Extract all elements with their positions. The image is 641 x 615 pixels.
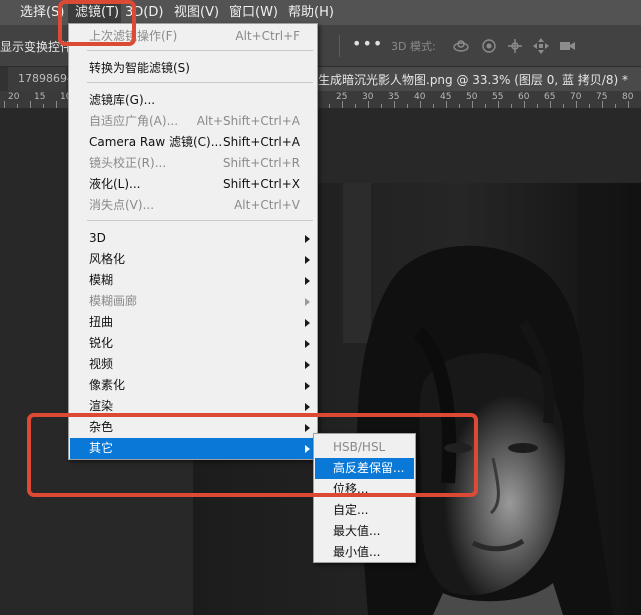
ruler-tick: [420, 101, 421, 108]
menu-separator: [87, 220, 313, 221]
other-submenu: HSB/HSL 高反差保留... 位移... 自定... 最大值... 最小值.…: [313, 433, 416, 563]
menu-select[interactable]: 选择(S): [20, 0, 64, 25]
filter-dropdown-menu: 上次滤镜操作(F) Alt+Ctrl+F 转换为智能滤镜(S) 滤镜库(G)...…: [68, 23, 318, 460]
ruler-tick: [433, 104, 434, 108]
3d-orbit-icon[interactable]: [452, 37, 470, 55]
document-tab-active[interactable]: 生成暗沉光影人物图.png @ 33.3% (图层 0, 蓝 拷贝/8) *: [310, 67, 641, 91]
ruler-tick: [511, 104, 512, 108]
menu-item-pixelate[interactable]: 像素化: [70, 375, 316, 396]
submenu-arrow-icon: [305, 277, 310, 285]
submenu-arrow-icon: [305, 445, 310, 453]
menu-item-camera-raw[interactable]: Camera Raw 滤镜(C)... Shift+Ctrl+A: [70, 132, 316, 153]
submenu-arrow-icon: [305, 382, 310, 390]
ruler-tick: [355, 104, 356, 108]
submenu-arrow-icon: [305, 403, 310, 411]
ruler-tick: [342, 101, 343, 108]
options-separator: [339, 35, 340, 57]
ruler-label: 20: [8, 92, 20, 102]
ruler-tick: [446, 101, 447, 108]
ruler-tick: [602, 101, 603, 108]
menu-item-liquify[interactable]: 液化(L)... Shift+Ctrl+X: [70, 174, 316, 195]
submenu-item-minimum[interactable]: 最小值...: [315, 542, 414, 563]
more-options-button[interactable]: •••: [352, 34, 383, 53]
submenu-arrow-icon: [305, 340, 310, 348]
show-transform-controls-label[interactable]: 显示变换控件: [0, 38, 72, 55]
menu-item-vanishing-point[interactable]: 消失点(V)... Alt+Ctrl+V: [70, 195, 316, 216]
ruler-tick: [329, 104, 330, 108]
menu-item-blur[interactable]: 模糊: [70, 270, 316, 291]
submenu-arrow-icon: [305, 424, 310, 432]
ruler-tick: [615, 104, 616, 108]
submenu-arrow-icon: [305, 298, 310, 306]
ruler-tick: [43, 104, 44, 108]
ruler-tick: [472, 101, 473, 108]
ruler-tick: [17, 104, 18, 108]
menu-bar: 选择(S) 滤镜(T) 3D(D) 视图(V) 窗口(W) 帮助(H): [0, 0, 641, 25]
submenu-arrow-icon: [305, 319, 310, 327]
submenu-item-high-pass[interactable]: 高反差保留...: [315, 458, 414, 479]
submenu-arrow-icon: [305, 361, 310, 369]
ruler-tick: [589, 104, 590, 108]
submenu-item-hsb-hsl[interactable]: HSB/HSL: [315, 437, 414, 458]
menu-item-other[interactable]: 其它: [70, 438, 316, 459]
submenu-arrow-icon: [305, 235, 310, 243]
document-tab-other[interactable]: 17898694: [8, 67, 74, 91]
menu-item-sharpen[interactable]: 锐化: [70, 333, 316, 354]
3d-roll-icon[interactable]: [480, 37, 498, 55]
menu-separator: [87, 82, 313, 83]
ruler-tick: [563, 104, 564, 108]
submenu-item-maximum[interactable]: 最大值...: [315, 521, 414, 542]
document-tab-other-label: 17898694: [18, 72, 74, 85]
ruler-tick: [407, 104, 408, 108]
menu-item-stylize[interactable]: 风格化: [70, 249, 316, 270]
submenu-item-offset[interactable]: 位移...: [315, 479, 414, 500]
ruler-tick: [550, 101, 551, 108]
menu-window[interactable]: 窗口(W): [229, 0, 278, 25]
menu-item-filter-gallery[interactable]: 滤镜库(G)...: [70, 90, 316, 111]
menu-item-3d[interactable]: 3D: [70, 228, 316, 249]
ruler-tick: [524, 101, 525, 108]
menu-help[interactable]: 帮助(H): [288, 0, 334, 25]
menu-item-distort[interactable]: 扭曲: [70, 312, 316, 333]
menu-item-adaptive-wide-angle[interactable]: 自适应广角(A)... Alt+Shift+Ctrl+A: [70, 111, 316, 132]
ruler-tick: [537, 104, 538, 108]
3d-slide-icon[interactable]: [532, 37, 550, 55]
menu-item-render[interactable]: 渲染: [70, 396, 316, 417]
menu-filter[interactable]: 滤镜(T): [68, 0, 121, 25]
ruler-tick: [498, 101, 499, 108]
ruler-tick: [485, 104, 486, 108]
menu-view[interactable]: 视图(V): [174, 0, 219, 25]
ruler-tick: [576, 101, 577, 108]
ruler-tick: [368, 101, 369, 108]
menu-item-noise[interactable]: 杂色: [70, 417, 316, 438]
3d-scale-camera-icon[interactable]: [558, 37, 576, 55]
document-tab-active-label: 生成暗沉光影人物图.png @ 33.3% (图层 0, 蓝 拷贝/8) *: [318, 73, 628, 87]
menu-item-blur-gallery[interactable]: 模糊画廊: [70, 291, 316, 312]
ruler-tick: [381, 104, 382, 108]
3d-mode-label: 3D 模式:: [391, 40, 436, 53]
ruler-tick: [56, 101, 57, 108]
menu-separator: [87, 50, 313, 51]
menu-item-last-filter[interactable]: 上次滤镜操作(F) Alt+Ctrl+F: [70, 26, 316, 47]
3d-pan-icon[interactable]: [506, 37, 524, 55]
menu-3d[interactable]: 3D(D): [125, 0, 163, 25]
ruler-tick: [4, 101, 5, 108]
ruler-tick: [30, 101, 31, 108]
menu-item-video[interactable]: 视频: [70, 354, 316, 375]
ruler-label: 15: [34, 92, 46, 102]
menu-item-lens-correction[interactable]: 镜头校正(R)... Shift+Ctrl+R: [70, 153, 316, 174]
ruler-tick: [459, 104, 460, 108]
menu-item-convert-smart-filter[interactable]: 转换为智能滤镜(S): [70, 58, 316, 79]
ruler-tick: [628, 101, 629, 108]
submenu-arrow-icon: [305, 256, 310, 264]
ruler-tick: [394, 101, 395, 108]
submenu-item-custom[interactable]: 自定...: [315, 500, 414, 521]
